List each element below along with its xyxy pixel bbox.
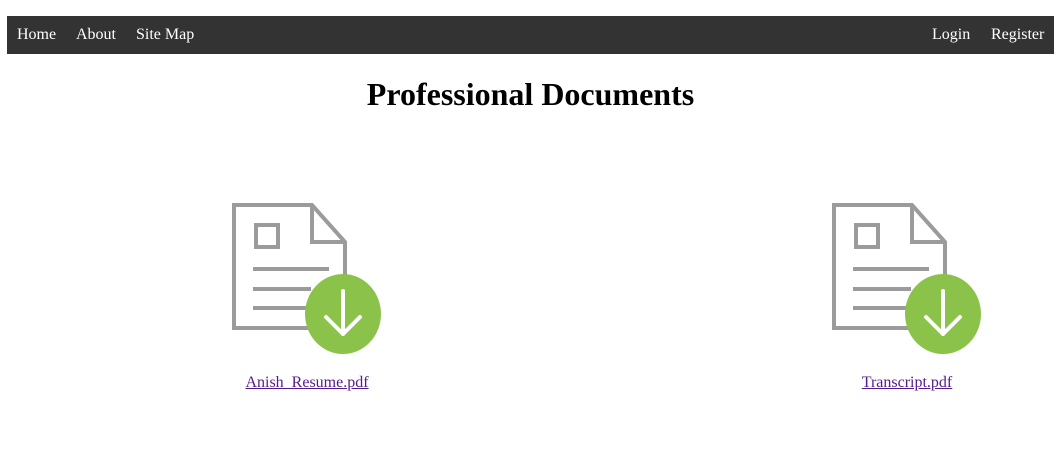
nav-home-link[interactable]: Home (17, 16, 56, 54)
document-download-icon[interactable] (231, 200, 383, 358)
nav-about-link[interactable]: About (76, 16, 116, 54)
nav-register-link[interactable]: Register (991, 16, 1044, 54)
nav-sitemap-link[interactable]: Site Map (136, 16, 194, 54)
document-link-transcript[interactable]: Transcript.pdf (787, 372, 1027, 394)
document-download-icon[interactable] (831, 200, 983, 358)
nav-login-link[interactable]: Login (932, 16, 970, 54)
top-navbar: Home About Site Map Login Register (7, 16, 1054, 54)
page-title: Professional Documents (366, 76, 695, 112)
document-link-resume[interactable]: Anish_Resume.pdf (187, 372, 427, 394)
